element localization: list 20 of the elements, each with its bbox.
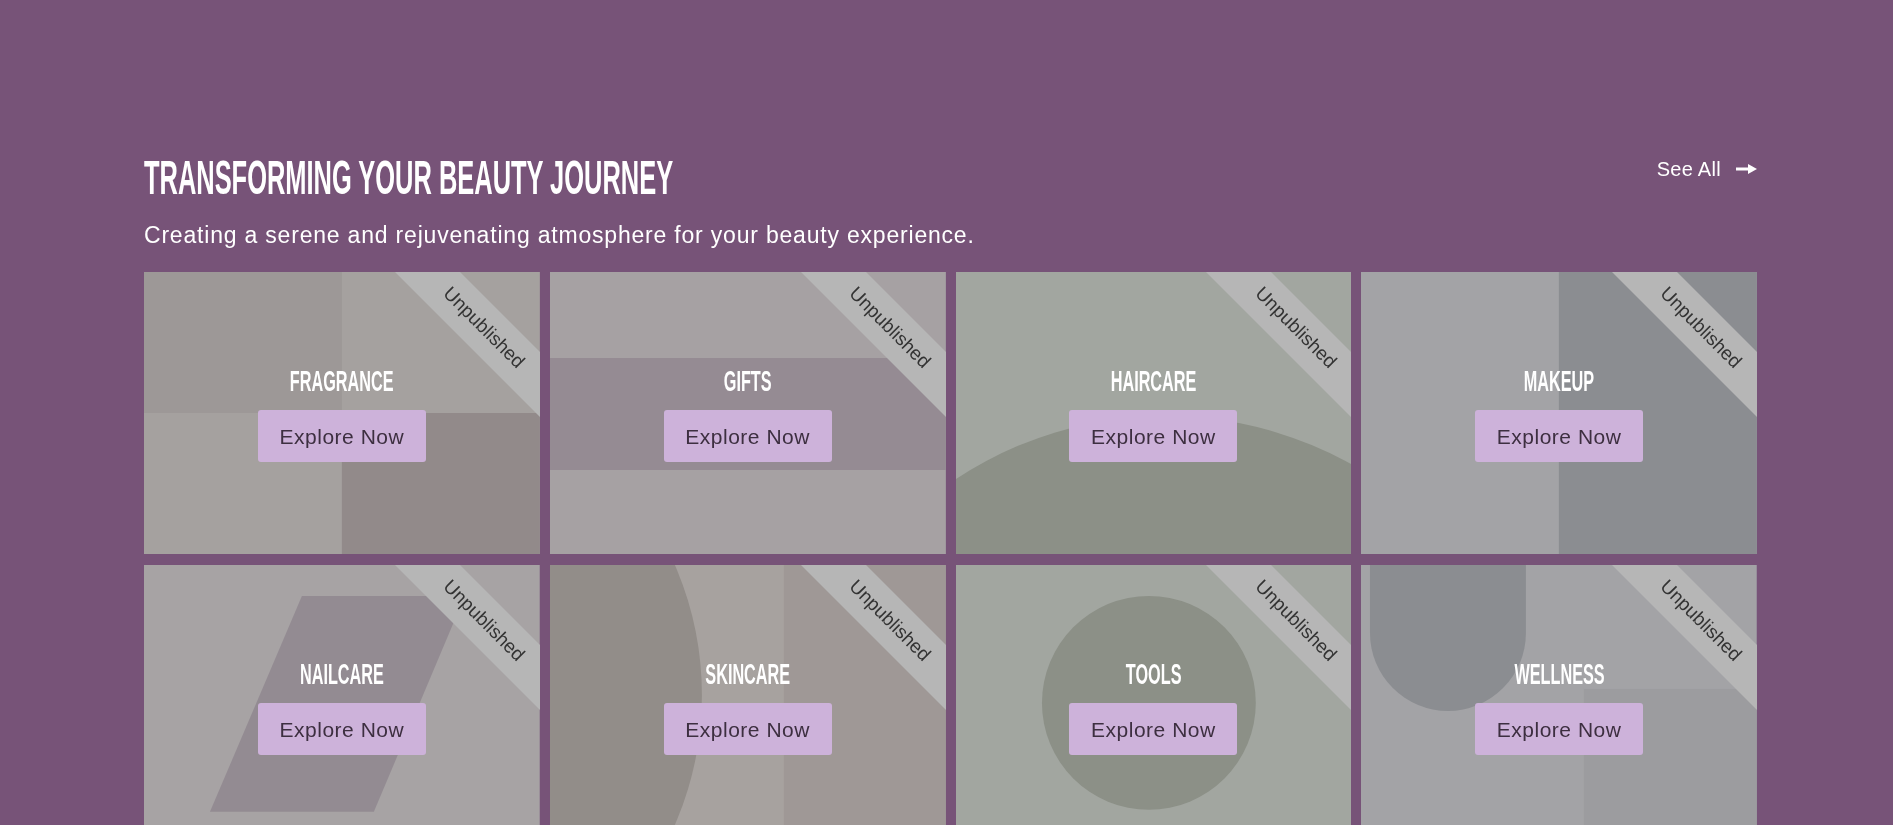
category-title: NAILCARE <box>299 660 384 690</box>
explore-now-button[interactable]: Explore Now <box>663 703 832 756</box>
category-title: TOOLS <box>1125 660 1182 690</box>
section-subtitle: Creating a serene and rejuvenating atmosphere for your beauty experience. <box>144 221 976 250</box>
category-title: GIFTS <box>723 367 772 397</box>
explore-now-button[interactable]: Explore Now <box>1069 703 1238 756</box>
explore-now-button[interactable]: Explore Now <box>257 703 426 756</box>
section-title: TRANSFORMING YOUR BEAUTY JOURNEY <box>144 154 674 202</box>
category-title: MAKEUP <box>1523 367 1595 397</box>
explore-now-button[interactable]: Explore Now <box>1475 703 1644 756</box>
category-title: WELLNESS <box>1514 660 1605 690</box>
see-all-link[interactable]: See All <box>1656 154 1757 184</box>
explore-now-button[interactable]: Explore Now <box>663 410 832 463</box>
explore-now-button[interactable]: Explore Now <box>1069 410 1238 463</box>
category-title: SKINCARE <box>705 660 791 690</box>
category-title: FRAGRANCE <box>290 367 394 397</box>
explore-now-button[interactable]: Explore Now <box>257 410 426 463</box>
explore-now-button[interactable]: Explore Now <box>1475 410 1644 463</box>
category-title: HAIRCARE <box>1110 367 1197 397</box>
arrow-right-icon <box>1736 163 1757 174</box>
